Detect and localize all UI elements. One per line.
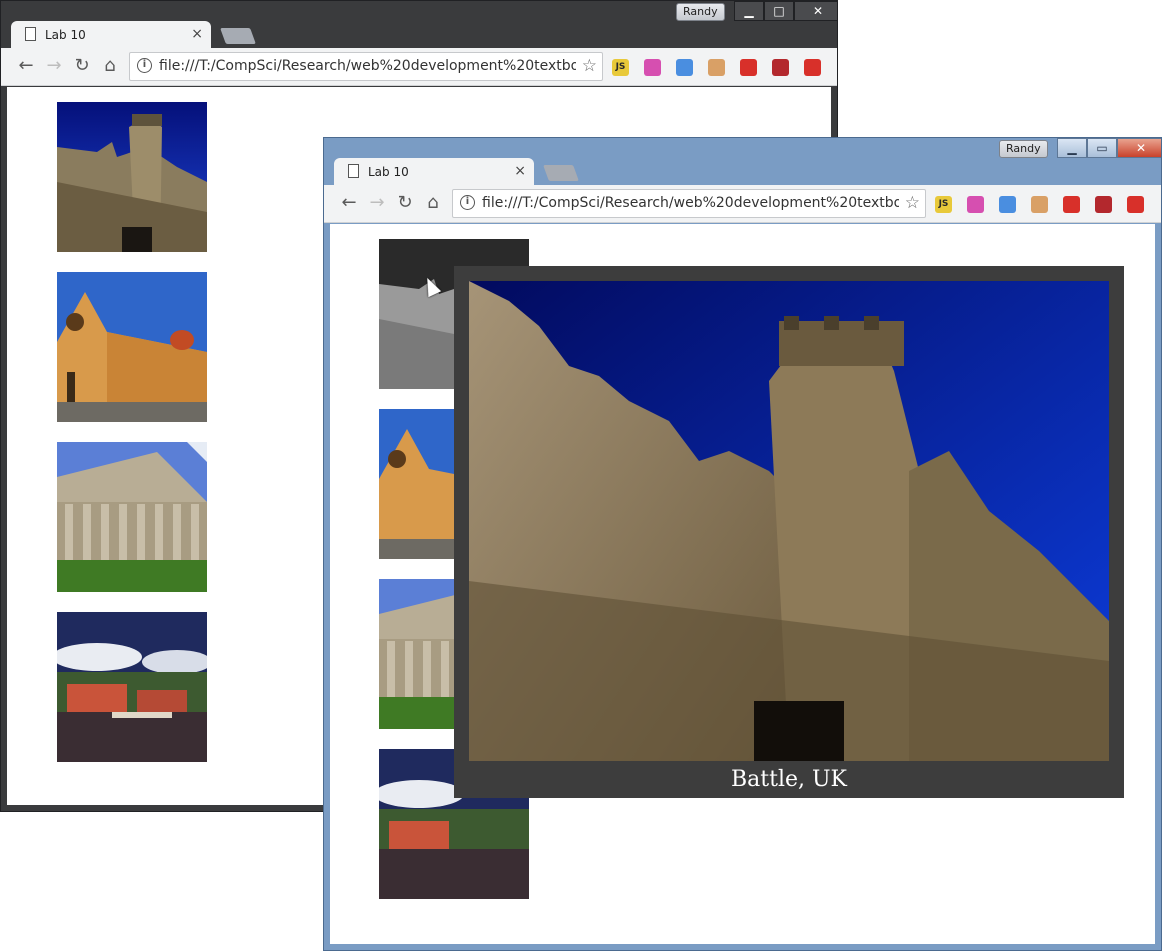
color-wheel-extension-icon[interactable] [967,196,984,213]
diamond-extension-icon[interactable] [999,196,1016,213]
church-image [57,272,207,422]
tab-title: Lab 10 [368,165,409,179]
profile-button[interactable]: Randy [676,3,725,21]
tab-lab10[interactable]: Lab 10 × [11,21,211,49]
bookmark-star-icon[interactable]: ☆ [582,56,597,76]
bookmark-star-icon[interactable]: ☆ [905,193,920,213]
page-icon [348,164,359,178]
reload-icon[interactable]: ↻ [71,56,93,78]
temple-image [57,442,207,592]
close-button[interactable]: ✕ [1117,138,1161,158]
close-button[interactable]: ✕ [794,1,837,21]
url-text: file:///T:/CompSci/Research/web%20develo… [159,58,576,74]
info-icon[interactable]: i [460,195,475,210]
hand-extension-icon[interactable] [740,59,757,76]
flag-extension-icon[interactable] [708,59,725,76]
toolbar: ← → ↻ ⌂ i file:///T:/CompSci/Research/we… [1,48,837,86]
color-wheel-extension-icon[interactable] [644,59,661,76]
m-extension-icon[interactable] [772,59,789,76]
tab-title: Lab 10 [45,28,86,42]
castle-large-image [469,281,1109,761]
castle-battle-thumb[interactable] [57,102,207,252]
harbour-image [57,612,207,762]
forward-icon[interactable]: → [366,193,388,215]
castle-image [57,102,207,252]
back-icon[interactable]: ← [338,193,360,215]
address-bar[interactable]: i file:///T:/CompSci/Research/web%20deve… [452,189,926,218]
m-extension-icon[interactable] [1095,196,1112,213]
page-icon [25,27,36,41]
upload-extension-icon[interactable] [1127,196,1144,213]
maximize-button[interactable]: □ [764,1,794,21]
minimize-button[interactable]: ▁ [1057,138,1087,158]
back-icon[interactable]: ← [15,56,37,78]
temple-athens-thumb[interactable] [57,442,207,592]
tab-close-icon[interactable]: × [191,26,203,42]
js-extension-icon[interactable]: JS [612,59,629,76]
window-controls: ▁ ▭ ✕ [1057,138,1161,158]
tab-strip: Lab 10 × Randy ▁ ▭ ✕ [324,138,1161,186]
flag-extension-icon[interactable] [1031,196,1048,213]
info-icon[interactable]: i [137,58,152,73]
window-controls: ▁ □ ✕ [734,1,837,21]
toolbar: ← → ↻ ⌂ i file:///T:/CompSci/Research/we… [324,185,1161,223]
lightbox-caption: Battle, UK [731,767,847,792]
tab-close-icon[interactable]: × [514,163,526,179]
address-bar[interactable]: i file:///T:/CompSci/Research/web%20deve… [129,52,603,81]
lightbox-popup[interactable]: Battle, UK [454,266,1124,798]
upload-extension-icon[interactable] [804,59,821,76]
new-tab-button[interactable] [543,165,579,181]
forward-icon[interactable]: → [43,56,65,78]
home-icon[interactable]: ⌂ [422,193,444,215]
js-extension-icon[interactable]: JS [935,196,952,213]
lightbox-image [469,281,1109,761]
church-florence-thumb[interactable] [57,272,207,422]
new-tab-button[interactable] [220,28,256,44]
hand-extension-icon[interactable] [1063,196,1080,213]
home-icon[interactable]: ⌂ [99,56,121,78]
maximize-button[interactable]: ▭ [1087,138,1117,158]
minimize-button[interactable]: ▁ [734,1,764,21]
harbour-town-thumb[interactable] [57,612,207,762]
tab-lab10[interactable]: Lab 10 × [334,158,534,186]
diamond-extension-icon[interactable] [676,59,693,76]
profile-button[interactable]: Randy [999,140,1048,158]
tab-strip: Lab 10 × Randy ▁ □ ✕ [1,1,837,49]
reload-icon[interactable]: ↻ [394,193,416,215]
url-text: file:///T:/CompSci/Research/web%20develo… [482,195,899,211]
